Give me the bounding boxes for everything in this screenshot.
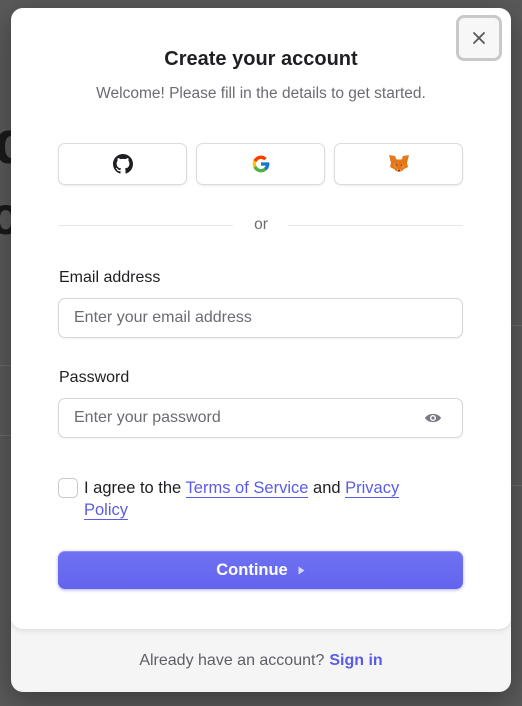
modal-title: Create your account bbox=[164, 48, 358, 70]
signup-modal: Create your account Welcome! Please fill… bbox=[11, 8, 511, 692]
footer-prompt: Already have an account? bbox=[139, 651, 325, 669]
terms-of-service-link[interactable]: Terms of Service bbox=[185, 479, 309, 498]
terms-agreement-text: I agree to the Terms of Service and Priv… bbox=[84, 477, 414, 521]
eye-icon[interactable] bbox=[424, 411, 442, 425]
continue-button[interactable]: Continue bbox=[58, 551, 463, 589]
sign-in-link[interactable]: Sign in bbox=[329, 652, 382, 670]
close-icon bbox=[473, 32, 485, 44]
google-icon bbox=[252, 155, 269, 173]
email-field-container bbox=[58, 298, 463, 338]
terms-connector: and bbox=[313, 479, 341, 497]
google-login-button[interactable] bbox=[196, 143, 325, 185]
divider-line-right bbox=[288, 225, 463, 226]
background-divider bbox=[511, 485, 522, 486]
caret-right-icon bbox=[298, 566, 305, 574]
terms-prefix: I agree to the bbox=[84, 479, 182, 497]
email-label: Email address bbox=[59, 269, 161, 286]
terms-checkbox[interactable] bbox=[58, 478, 78, 498]
social-login-row bbox=[58, 143, 463, 185]
metamask-login-button[interactable] bbox=[334, 143, 463, 185]
github-icon bbox=[112, 154, 133, 174]
email-input[interactable] bbox=[74, 299, 414, 337]
background-divider bbox=[511, 325, 522, 326]
metamask-fox-icon bbox=[388, 155, 409, 172]
signup-card: Create your account Welcome! Please fill… bbox=[11, 8, 511, 629]
password-label: Password bbox=[59, 369, 130, 386]
github-login-button[interactable] bbox=[58, 143, 187, 185]
modal-footer: Already have an account? Sign in bbox=[11, 629, 511, 692]
background-divider bbox=[0, 365, 11, 366]
password-input[interactable] bbox=[74, 399, 414, 437]
continue-label: Continue bbox=[216, 560, 288, 579]
password-field-container bbox=[58, 398, 463, 438]
modal-subtitle: Welcome! Please fill in the details to g… bbox=[96, 85, 426, 102]
background-divider bbox=[0, 435, 11, 436]
